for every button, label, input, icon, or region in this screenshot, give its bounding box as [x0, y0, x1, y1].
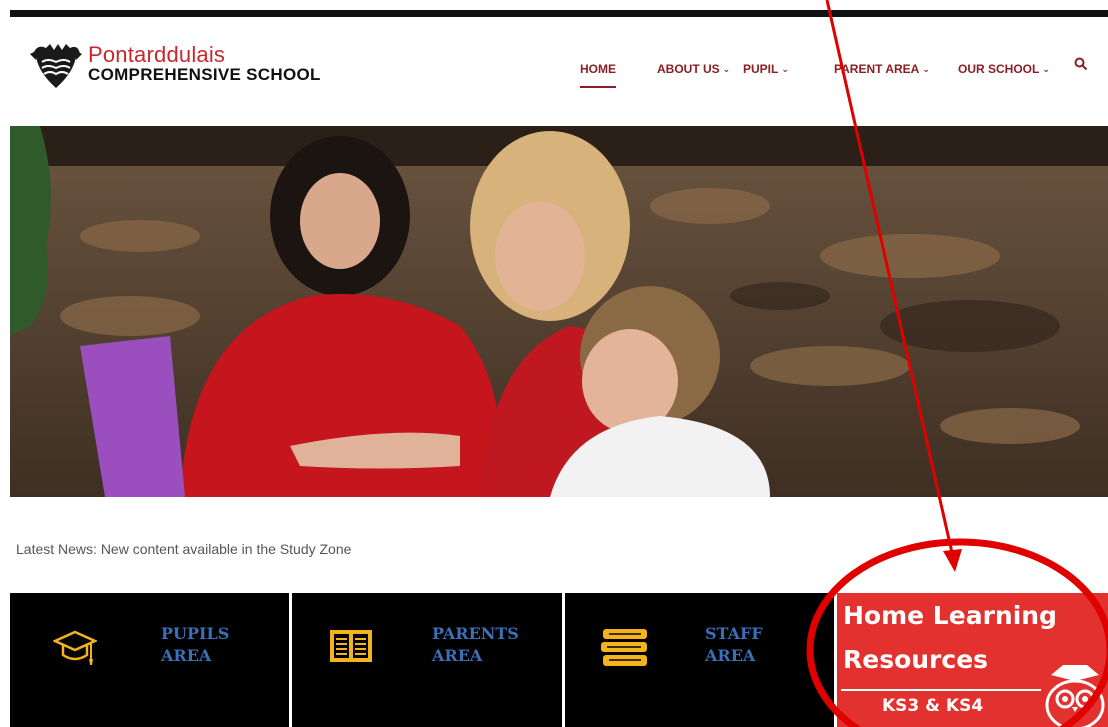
chevron-down-icon: ⌄ — [1042, 64, 1050, 74]
pupils-area-line1: PUPILS — [161, 624, 230, 643]
chevron-down-icon: ⌄ — [722, 64, 731, 74]
site-subtitle: COMPREHENSIVE SCHOOL — [88, 65, 321, 84]
nav-parent-area-label: PARENT AREA — [834, 62, 920, 76]
staff-area-tile[interactable]: STAFF AREA — [565, 593, 834, 727]
latest-news[interactable]: Latest News: New content available in th… — [16, 541, 351, 557]
book-stack-icon — [601, 629, 647, 666]
search-icon[interactable] — [1074, 57, 1088, 71]
nav-home-label: HOME — [580, 62, 616, 76]
site-name: Pontarddulais — [88, 42, 226, 67]
nav-active-underline — [580, 86, 616, 88]
pupils-area-tile[interactable]: PUPILS AREA — [10, 593, 289, 727]
parents-area-line1: PARENTS — [432, 624, 519, 643]
school-crest-icon — [30, 44, 82, 88]
nav-about-us[interactable]: ABOUT US ⌄ — [657, 62, 730, 76]
home-learning-title: Home Learning — [843, 601, 1057, 630]
staff-area-line1: STAFF — [705, 624, 763, 643]
nav-pupil-label: PUPIL — [743, 62, 779, 76]
annotation-arrowhead — [943, 549, 962, 572]
nav-our-school[interactable]: OUR SCHOOL ⌄ — [958, 62, 1050, 76]
nav-pupil[interactable]: PUPIL ⌄ — [743, 62, 789, 76]
hero-image — [10, 126, 1108, 497]
nav-our-school-label: OUR SCHOOL — [958, 62, 1040, 76]
home-learning-stage: KS3 & KS4 — [882, 696, 984, 716]
owl-icon — [1045, 665, 1105, 727]
open-book-icon — [330, 630, 372, 662]
parents-area-line2: AREA — [432, 646, 483, 665]
home-learning-divider — [841, 689, 1041, 691]
home-learning-banner[interactable]: Home Learning Resources KS3 & KS4 — [837, 593, 1108, 727]
parents-area-tile[interactable]: PARENTS AREA — [292, 593, 562, 727]
home-learning-resources: Resources — [843, 645, 989, 674]
site-logo[interactable]: Pontarddulais COMPREHENSIVE SCHOOL — [28, 42, 321, 92]
pupils-area-line2: AREA — [161, 646, 212, 665]
graduation-cap-icon — [53, 630, 97, 665]
nav-home[interactable]: HOME — [580, 62, 616, 76]
nav-about-us-label: ABOUT US — [657, 62, 720, 76]
staff-area-line2: AREA — [705, 646, 756, 665]
chevron-down-icon: ⌄ — [922, 64, 930, 74]
nav-parent-area[interactable]: PARENT AREA ⌄ — [834, 62, 930, 76]
chevron-down-icon: ⌄ — [781, 64, 789, 74]
top-bar — [10, 10, 1108, 17]
hero-photo — [10, 126, 1108, 497]
